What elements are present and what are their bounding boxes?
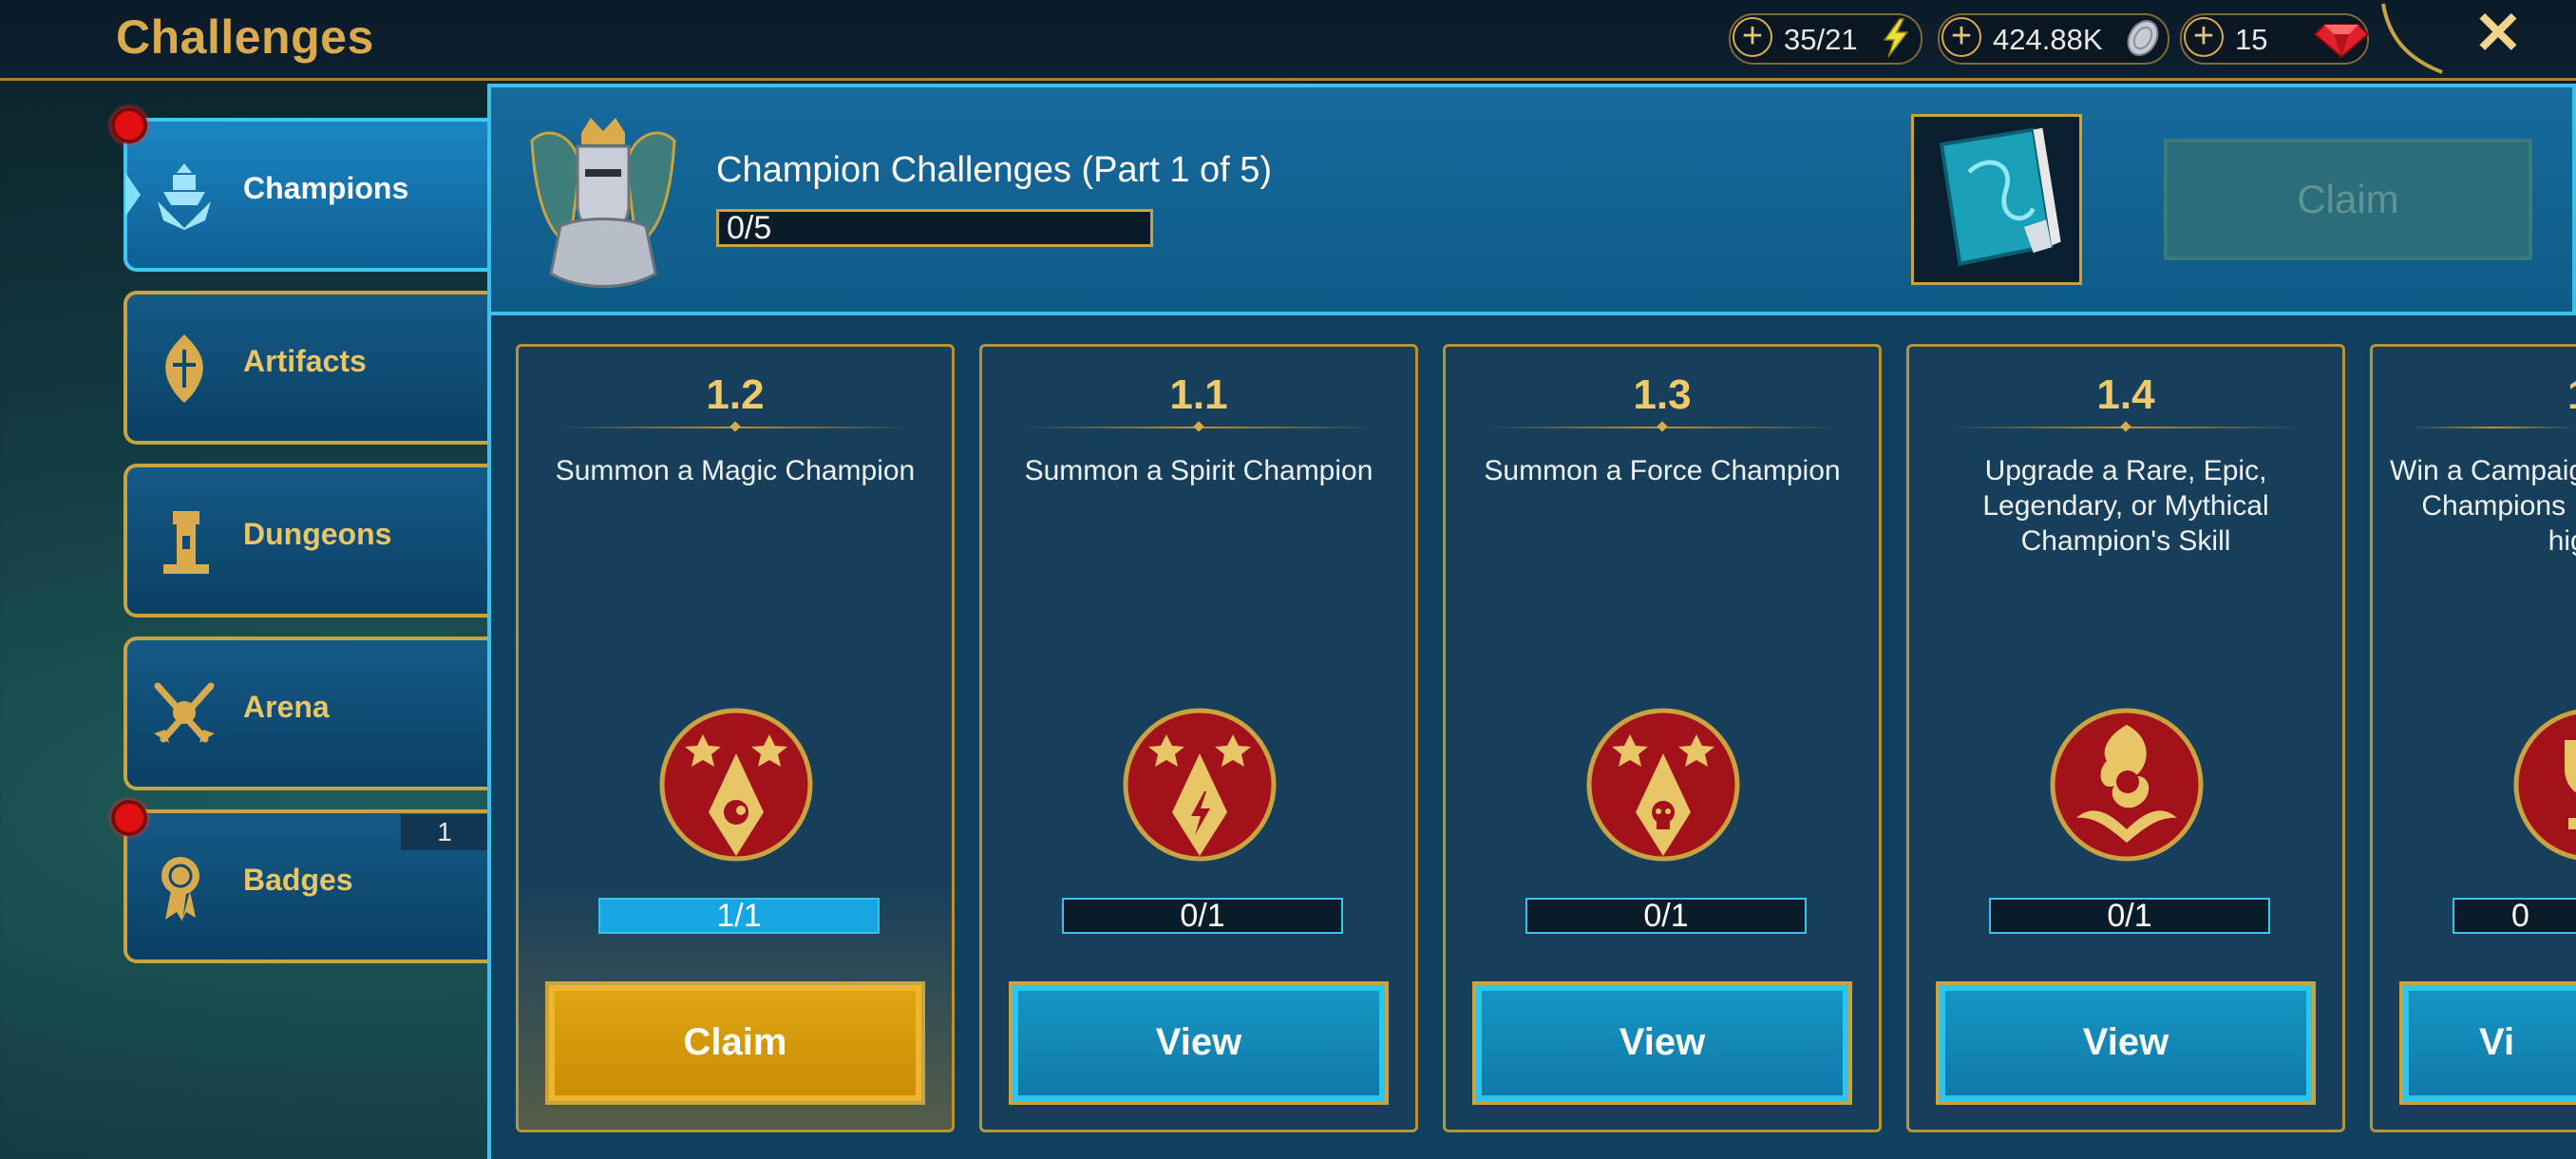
ruby-gem-icon xyxy=(2313,24,2370,59)
energy-value: 35/21 xyxy=(1784,23,1858,56)
silver-counter[interactable]: + 424.88K xyxy=(1938,13,2169,65)
trophy-emblem-icon xyxy=(2513,709,2576,861)
view-button[interactable]: Vi xyxy=(2399,981,2576,1105)
add-energy-button[interactable]: + xyxy=(1733,17,1772,57)
notification-dot xyxy=(111,107,147,143)
sidebar-item-label: Dungeons xyxy=(243,517,392,551)
force-summon-emblem-icon xyxy=(1586,708,1740,862)
skill-upgrade-emblem-icon xyxy=(2050,708,2204,862)
page-title: Challenges xyxy=(116,10,374,64)
challenge-card: 1.1 Summon a Spirit Champion 0/1 View xyxy=(979,344,1418,1132)
challenge-description: Summon a Force Champion xyxy=(1484,455,1841,486)
task-progress-text: 0/1 xyxy=(2107,898,2152,934)
challenge-card: 1.2 Summon a Magic Champion 1/1 Claim xyxy=(516,344,955,1132)
claim-button[interactable]: Claim xyxy=(545,981,925,1105)
active-indicator-arrow xyxy=(125,173,141,217)
gems-counter[interactable]: + 15 xyxy=(2180,13,2370,65)
crossed-swords-icon xyxy=(154,682,215,743)
reward-tome-icon[interactable] xyxy=(1911,114,2082,285)
sidebar-item-champions[interactable]: Champions xyxy=(123,118,489,272)
challenge-number: 1.3 xyxy=(1633,371,1692,418)
sidebar-item-artifacts[interactable]: Artifacts xyxy=(123,291,489,445)
challenge-description: Summon a Magic Champion xyxy=(555,455,916,486)
spirit-summon-emblem-icon xyxy=(1123,708,1277,862)
divider-dot xyxy=(1657,421,1668,432)
challenge-card: 1.3 Summon a Force Champion 0/1 View xyxy=(1443,344,1882,1132)
divider xyxy=(2411,427,2576,428)
task-progress-text: 0/1 xyxy=(1180,898,1225,934)
challenge-description: Summon a Spirit Champion xyxy=(1024,455,1373,486)
sidebar-item-label: Artifacts xyxy=(243,344,367,378)
challenge-number: 1 xyxy=(2567,371,2576,419)
lightning-icon xyxy=(1883,18,1909,58)
challenge-number: 1.2 xyxy=(706,371,765,418)
divider-dot xyxy=(1193,421,1204,432)
add-silver-button[interactable]: + xyxy=(1941,17,1981,57)
challenge-description: Win a Campaig Champions hig xyxy=(2390,455,2576,557)
view-button[interactable]: View xyxy=(1936,981,2316,1105)
dungeon-tower-icon xyxy=(163,511,209,574)
challenge-title: Champion Challenges (Part 1 of 5) xyxy=(716,150,1273,190)
sidebar-item-label: Arena xyxy=(243,690,330,724)
divider-dot xyxy=(2120,421,2131,432)
badges-count-badge: 1 xyxy=(401,814,488,850)
sidebar-item-dungeons[interactable]: Dungeons xyxy=(123,464,489,618)
challenge-number: 1.1 xyxy=(1169,371,1228,418)
task-progress-bar: 1/1 xyxy=(598,898,880,934)
sidebar-item-arena[interactable]: Arena xyxy=(123,636,489,790)
challenge-number: 1.4 xyxy=(2096,371,2155,418)
task-progress-text: 1/1 xyxy=(716,898,762,934)
close-button[interactable]: ✕ xyxy=(2470,5,2527,64)
knight-champion-icon xyxy=(530,118,676,288)
task-progress-bar: 0/1 xyxy=(1989,898,2270,934)
sidebar-item-label: Champions xyxy=(243,171,409,205)
task-progress-text: 0 xyxy=(2511,898,2529,934)
silver-value: 424.88K xyxy=(1993,23,2103,56)
energy-counter[interactable]: + 35/21 xyxy=(1729,13,1923,65)
notification-dot xyxy=(111,800,147,836)
view-button[interactable]: View xyxy=(1472,981,1852,1105)
corner-ornament xyxy=(2381,3,2443,74)
header-claim-button[interactable]: Claim xyxy=(2164,139,2532,260)
challenge-card-partial: 1 Win a Campaig Champions hig 0 Vi xyxy=(2370,344,2576,1132)
book-icon xyxy=(1939,127,2061,266)
view-button[interactable]: View xyxy=(1009,981,1389,1105)
task-progress-bar: 0/1 xyxy=(1062,898,1343,934)
silver-coin-icon xyxy=(2127,20,2159,56)
artifact-icon xyxy=(165,334,203,403)
task-progress-bar: 0 xyxy=(2453,898,2576,934)
magic-summon-emblem-icon xyxy=(659,708,813,862)
gems-value: 15 xyxy=(2235,23,2268,56)
badge-ribbon-icon xyxy=(161,857,199,922)
task-progress-bar: 0/1 xyxy=(1525,898,1807,934)
task-progress-text: 0/1 xyxy=(1643,898,1689,934)
sidebar-item-label: Badges xyxy=(243,863,353,897)
add-gems-button[interactable]: + xyxy=(2184,17,2224,57)
challenge-description: Upgrade a Rare, Epic, Legendary, or Myth… xyxy=(1982,455,2269,557)
challenge-progress-text: 0/5 xyxy=(727,210,772,246)
divider-dot xyxy=(729,421,741,432)
champion-helm-icon xyxy=(158,163,211,230)
challenge-progress-bar: 0/5 xyxy=(716,209,1153,247)
challenge-card: 1.4 Upgrade a Rare, Epic, Legendary, or … xyxy=(1906,344,2345,1132)
